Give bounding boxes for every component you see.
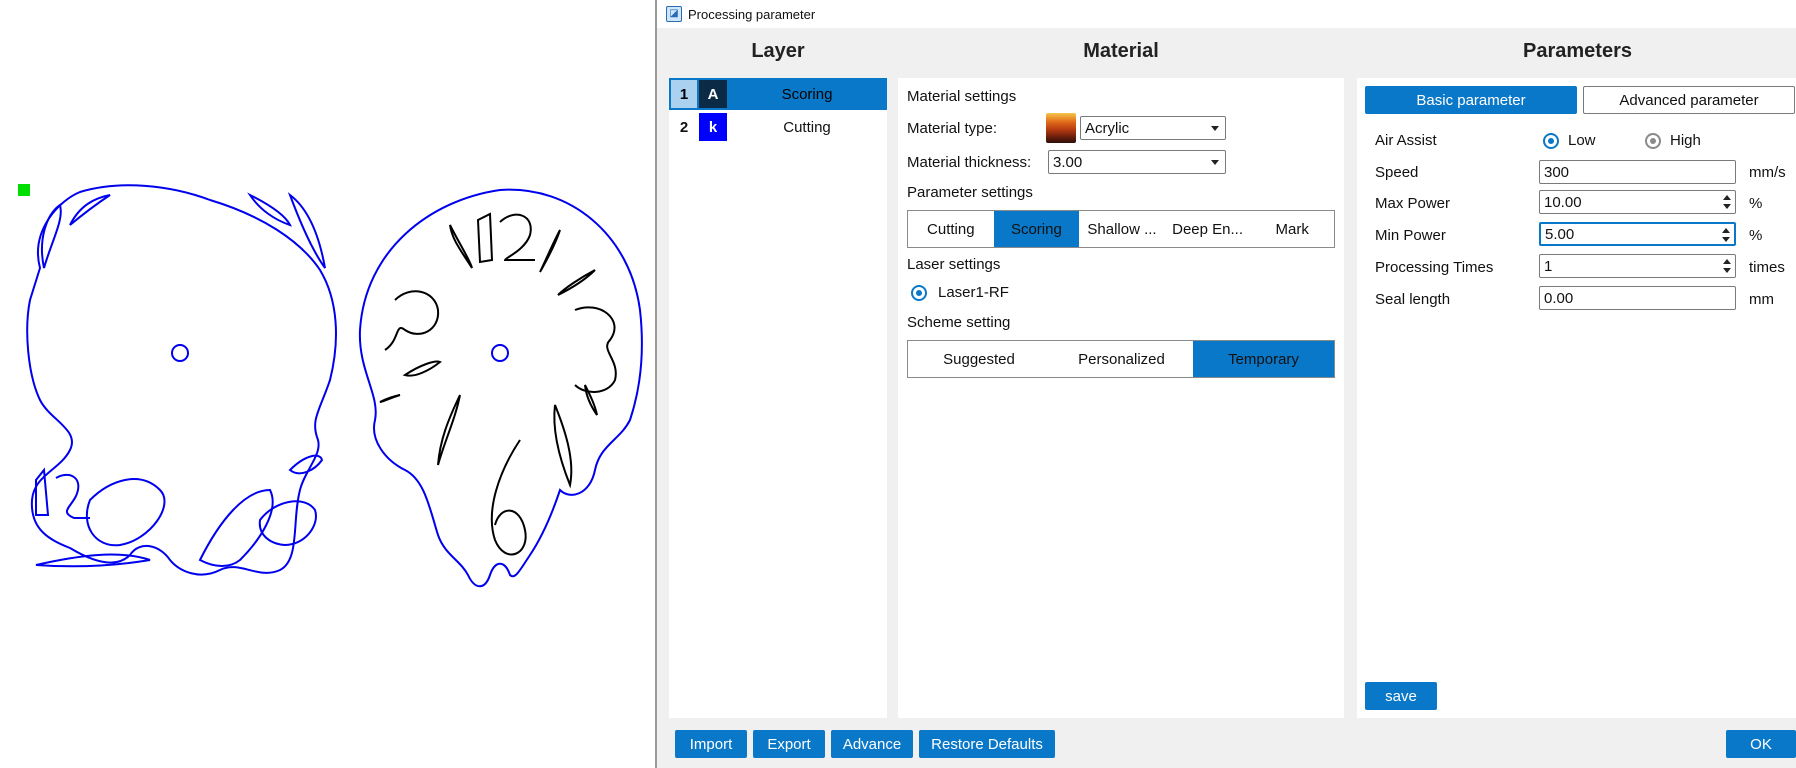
seal-length-label: Seal length (1375, 291, 1451, 308)
tab-temporary[interactable]: Temporary (1193, 341, 1334, 377)
layer-header: Layer (751, 40, 805, 62)
parameters-panel: Basic parameter Advanced parameter Air A… (1357, 78, 1796, 718)
advance-button[interactable]: Advance (831, 730, 913, 758)
scheme-tabs: Suggested Personalized Temporary (907, 340, 1335, 378)
min-power-value: 5.00 (1545, 225, 1575, 243)
air-assist-low-label: Low (1568, 132, 1596, 149)
app-icon: ◪ (666, 6, 682, 22)
tab-deep-engraving[interactable]: Deep En... (1165, 211, 1251, 247)
material-type-label: Material type: (907, 120, 998, 137)
tab-mark[interactable]: Mark (1250, 211, 1334, 247)
air-assist-label: Air Assist (1375, 132, 1437, 149)
spin-arrows-icon[interactable] (1723, 258, 1731, 274)
tab-cutting[interactable]: Cutting (908, 211, 994, 247)
speed-label: Speed (1375, 164, 1419, 181)
layer-name: Scoring (781, 85, 833, 103)
material-header: Material (1083, 40, 1159, 62)
seal-length-value: 0.00 (1544, 289, 1574, 307)
processing-times-label: Processing Times (1375, 259, 1494, 276)
import-button[interactable]: Import (675, 730, 747, 758)
layer-color-swatch: k (699, 113, 727, 141)
laser1-rf-label: Laser1-RF (938, 284, 1009, 301)
air-assist-high-radio[interactable] (1645, 133, 1661, 149)
processing-times-unit: times (1749, 259, 1785, 276)
parameter-type-tabs: Cutting Scoring Shallow ... Deep En... M… (907, 210, 1335, 248)
spin-arrows-icon[interactable] (1722, 227, 1730, 243)
layer-number: 1 (669, 78, 699, 110)
material-panel: Material settings Material type: Acrylic… (898, 78, 1344, 718)
window-title: Processing parameter (688, 6, 816, 22)
speed-unit: mm/s (1749, 164, 1786, 181)
title-bar: ◪ Processing parameter (657, 0, 1796, 28)
layer-row-cutting[interactable]: 2 k Cutting (669, 111, 887, 143)
max-power-label: Max Power (1375, 195, 1451, 212)
melted-clock-cutting-outline (26, 184, 337, 576)
speed-value: 300 (1544, 163, 1570, 181)
seal-length-input[interactable]: 0.00 (1539, 286, 1736, 310)
seal-length-unit: mm (1749, 291, 1774, 308)
chevron-down-icon (1211, 160, 1219, 165)
layer-number: 2 (679, 118, 689, 136)
parameters-header: Parameters (1523, 40, 1632, 62)
export-button[interactable]: Export (753, 730, 825, 758)
air-assist-low-radio[interactable] (1543, 133, 1559, 149)
ok-button[interactable]: OK (1726, 730, 1796, 758)
min-power-unit: % (1749, 227, 1763, 244)
processing-parameter-dialog: ◪ Processing parameter Layer Material Pa… (655, 0, 1796, 768)
laser1-rf-radio[interactable] (911, 285, 927, 301)
layer-list: 1 A Scoring 2 k Cutting (669, 78, 887, 718)
min-power-label: Min Power (1375, 227, 1446, 244)
material-thickness-value: 3.00 (1053, 153, 1083, 171)
tab-suggested[interactable]: Suggested (908, 341, 1050, 377)
parameter-settings-heading: Parameter settings (907, 184, 1033, 201)
processing-times-value: 1 (1544, 257, 1553, 275)
design-canvas[interactable] (0, 0, 655, 768)
layer-row-scoring[interactable]: 1 A Scoring (669, 78, 887, 110)
tab-shallow-engraving[interactable]: Shallow ... (1079, 211, 1165, 247)
material-thickness-select[interactable]: 3.00 (1048, 150, 1226, 174)
melted-clock-scoring-numerals (379, 212, 617, 556)
save-button[interactable]: save (1365, 682, 1437, 710)
layer-name: Cutting (783, 118, 831, 136)
air-assist-high-label: High (1670, 132, 1701, 149)
tab-personalized[interactable]: Personalized (1050, 341, 1193, 377)
restore-defaults-button[interactable]: Restore Defaults (919, 730, 1055, 758)
material-type-select[interactable]: Acrylic (1080, 116, 1226, 140)
max-power-value: 10.00 (1544, 193, 1582, 211)
material-settings-heading: Material settings (907, 88, 1017, 105)
melted-clock-right-outline (358, 188, 643, 588)
tab-scoring[interactable]: Scoring (993, 211, 1080, 247)
tab-basic-parameter[interactable]: Basic parameter (1365, 86, 1577, 114)
laser-settings-heading: Laser settings (907, 256, 1001, 273)
origin-marker (18, 184, 30, 196)
max-power-spinbox[interactable]: 10.00 (1539, 190, 1736, 214)
spin-arrows-icon[interactable] (1723, 194, 1731, 210)
layer-color-swatch: A (699, 80, 727, 108)
material-type-value: Acrylic (1085, 119, 1130, 137)
max-power-unit: % (1749, 195, 1763, 212)
design-preview (18, 184, 643, 588)
acrylic-material-icon (1046, 113, 1076, 143)
tab-advanced-parameter[interactable]: Advanced parameter (1583, 86, 1795, 114)
processing-times-spinbox[interactable]: 1 (1539, 254, 1736, 278)
chevron-down-icon (1211, 126, 1219, 131)
min-power-spinbox[interactable]: 5.00 (1539, 222, 1736, 246)
material-thickness-label: Material thickness: (907, 154, 1032, 171)
scheme-setting-heading: Scheme setting (907, 314, 1011, 331)
speed-input[interactable]: 300 (1539, 160, 1736, 184)
